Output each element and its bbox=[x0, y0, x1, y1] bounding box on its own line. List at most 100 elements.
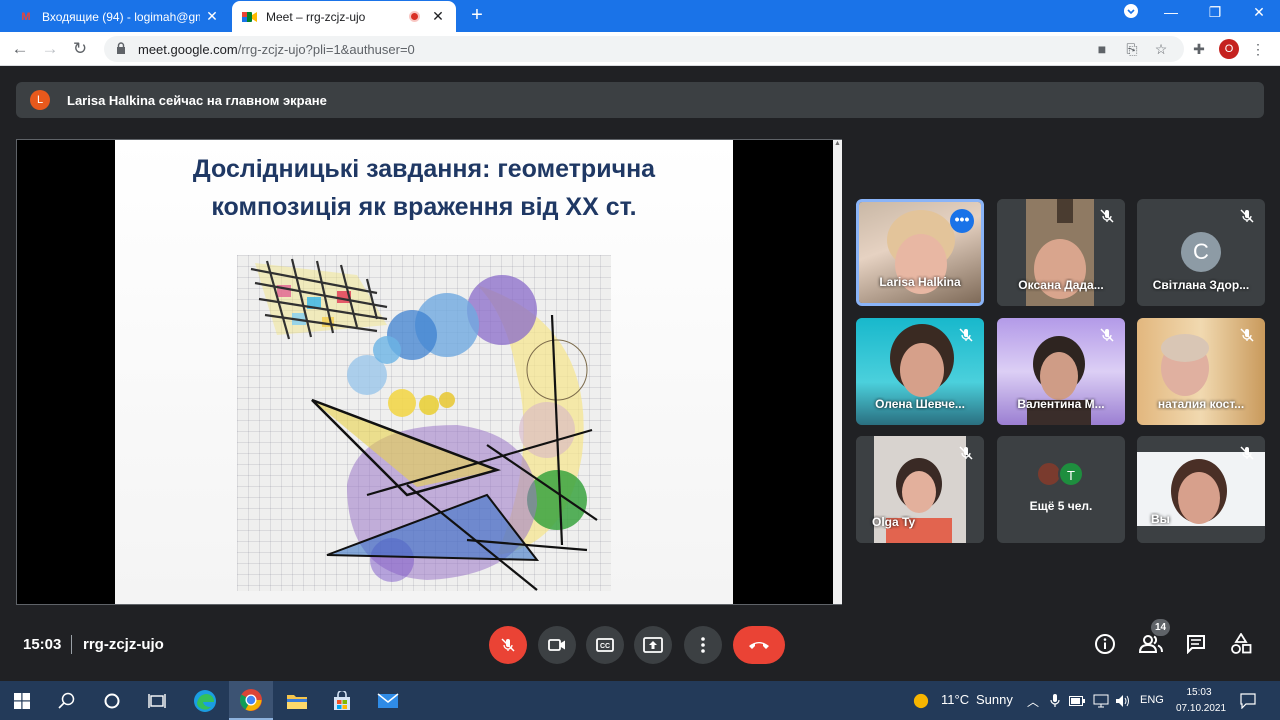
meeting-controls-bar: 15:03 rrg-zcjz-ujo CC bbox=[0, 618, 1280, 680]
close-window-icon[interactable]: ✕ bbox=[1248, 4, 1270, 21]
url-path: /rrg-zcjz-ujo?pli=1&authuser=0 bbox=[237, 41, 415, 57]
taskbar-store[interactable] bbox=[320, 681, 364, 720]
participant-name: Olga Ty bbox=[872, 515, 916, 529]
weather-condition[interactable]: Sunny bbox=[976, 692, 1013, 707]
cortana-button[interactable] bbox=[90, 681, 134, 720]
camera-in-use-icon[interactable]: ■ bbox=[1093, 40, 1111, 58]
participant-name: Вы bbox=[1151, 512, 1170, 526]
input-language[interactable]: ENG bbox=[1140, 694, 1164, 706]
participant-tile[interactable]: ••• Larisa Halkina bbox=[856, 199, 984, 306]
meet-icon bbox=[242, 9, 258, 25]
participant-avatar: T bbox=[1058, 461, 1084, 487]
hang-up-icon bbox=[749, 642, 769, 649]
tab-meet[interactable]: Meet – rrg-zcjz-ujo ✕ bbox=[232, 1, 456, 32]
slide-title: Дослідницькі завдання: геометрична компо… bbox=[115, 150, 733, 226]
menu-kebab-icon[interactable]: ⋮ bbox=[1249, 40, 1267, 58]
participant-name: Larisa Halkina bbox=[879, 275, 961, 289]
close-tab-icon[interactable]: ✕ bbox=[204, 8, 220, 25]
present-screen-icon bbox=[643, 637, 663, 653]
meeting-details-button[interactable] bbox=[1092, 631, 1118, 657]
microphone-tray-icon[interactable] bbox=[1047, 693, 1063, 709]
close-tab-icon[interactable]: ✕ bbox=[430, 8, 446, 25]
participant-tile[interactable]: С Світлана Здор... bbox=[1137, 199, 1265, 306]
tab-gmail[interactable]: M Входящие (94) - logimah@gmail ✕ bbox=[8, 1, 230, 32]
participant-name: наталия кост... bbox=[1157, 397, 1245, 411]
recording-indicator-icon bbox=[409, 11, 420, 22]
leave-call-button[interactable] bbox=[733, 626, 785, 664]
address-bar[interactable]: meet.google.com/rrg-zcjz-ujo?pli=1&authu… bbox=[104, 36, 1184, 62]
cortana-circle-icon bbox=[104, 693, 120, 708]
weather-sun-icon[interactable] bbox=[913, 693, 929, 709]
system-date: 07.10.2021 bbox=[1176, 703, 1227, 714]
participant-tile[interactable]: Валентина М... bbox=[997, 318, 1125, 425]
participant-avatar: С bbox=[1181, 232, 1221, 272]
scroll-up-icon[interactable]: ▲ bbox=[833, 140, 842, 150]
search-button[interactable] bbox=[45, 681, 89, 720]
network-icon[interactable] bbox=[1093, 693, 1109, 709]
people-icon bbox=[1139, 635, 1163, 653]
participant-tile[interactable]: наталия кост... bbox=[1137, 318, 1265, 425]
participant-tile[interactable]: Olga Ty bbox=[856, 436, 984, 543]
mic-off-icon bbox=[501, 638, 515, 652]
restore-window-icon[interactable]: ❐ bbox=[1204, 4, 1226, 21]
start-button[interactable] bbox=[0, 681, 44, 720]
browser-tab-strip: M Входящие (94) - logimah@gmail ✕ Meet –… bbox=[0, 0, 1280, 32]
forward-arrow-icon[interactable]: → bbox=[39, 38, 61, 60]
weather-temperature[interactable]: 11°C bbox=[941, 692, 969, 707]
participant-name: Світлана Здор... bbox=[1152, 278, 1250, 292]
svg-text:CC: CC bbox=[600, 643, 610, 650]
microphone-toggle-button[interactable] bbox=[489, 626, 527, 664]
taskbar-edge[interactable] bbox=[183, 681, 227, 720]
mic-muted-icon bbox=[1100, 209, 1114, 223]
more-participants-label: Ещё 5 чел. bbox=[1029, 499, 1093, 513]
more-participants-tile[interactable]: T Ещё 5 чел. bbox=[997, 436, 1125, 543]
tab-search-icon[interactable] bbox=[1120, 4, 1142, 21]
chat-icon bbox=[1187, 635, 1205, 654]
folder-icon bbox=[287, 694, 307, 709]
participant-tile[interactable]: Олена Шевче... bbox=[856, 318, 984, 425]
windows-taskbar: 11°C Sunny ︿ ENG 15:03 07.10.2021 bbox=[0, 681, 1280, 720]
task-view-button[interactable] bbox=[135, 681, 179, 720]
minimize-window-icon[interactable]: — bbox=[1160, 4, 1182, 20]
more-options-button[interactable] bbox=[684, 626, 722, 664]
camera-toggle-button[interactable] bbox=[538, 626, 576, 664]
search-icon bbox=[58, 692, 75, 709]
participants-count-badge: 14 bbox=[1151, 619, 1170, 636]
bookmark-star-icon[interactable]: ☆ bbox=[1152, 40, 1170, 58]
reload-icon[interactable]: ↻ bbox=[69, 38, 91, 60]
participant-tile[interactable]: Оксана Дада... bbox=[997, 199, 1125, 306]
presenter-avatar: L bbox=[30, 90, 50, 110]
stage-scrollbar[interactable]: ▲ bbox=[833, 140, 842, 604]
tab-title: Входящие (94) - logimah@gmail bbox=[42, 9, 200, 24]
presentation-stage[interactable]: Дослідницькі завдання: геометрична компо… bbox=[16, 139, 842, 605]
presented-slide: Дослідницькі завдання: геометрична компо… bbox=[115, 140, 733, 604]
participant-name: Олена Шевче... bbox=[875, 397, 965, 411]
self-view-tile[interactable]: Вы bbox=[1137, 436, 1265, 543]
chrome-browser-icon bbox=[240, 688, 262, 711]
extensions-puzzle-icon[interactable]: ✚ bbox=[1190, 40, 1208, 58]
back-arrow-icon[interactable]: ← bbox=[9, 38, 31, 60]
taskbar-file-explorer[interactable] bbox=[275, 681, 319, 720]
task-view-icon bbox=[148, 693, 166, 708]
present-screen-button[interactable] bbox=[634, 626, 672, 664]
volume-speaker-icon[interactable] bbox=[1115, 693, 1131, 709]
translate-icon[interactable]: ⎘ bbox=[1123, 40, 1141, 58]
tab-title: Meet – rrg-zcjz-ujo bbox=[266, 9, 366, 24]
battery-icon[interactable] bbox=[1069, 693, 1085, 709]
activities-shapes-icon bbox=[1231, 633, 1252, 654]
new-tab-button[interactable]: + bbox=[466, 4, 488, 27]
info-icon bbox=[1095, 634, 1115, 654]
captions-button[interactable]: CC bbox=[586, 626, 624, 664]
mic-muted-icon bbox=[1100, 328, 1114, 342]
profile-avatar[interactable]: O bbox=[1219, 39, 1239, 59]
notifications-icon[interactable] bbox=[1240, 693, 1256, 709]
taskbar-chrome[interactable] bbox=[229, 681, 273, 720]
chat-button[interactable] bbox=[1183, 631, 1209, 657]
more-options-icon[interactable]: ••• bbox=[950, 209, 974, 233]
system-clock[interactable]: 15:03 07.10.2021 bbox=[1176, 685, 1227, 717]
taskbar-mail[interactable] bbox=[366, 681, 410, 720]
lock-icon[interactable] bbox=[116, 41, 130, 57]
activities-button[interactable] bbox=[1228, 631, 1254, 657]
show-hidden-icons-chevron-icon[interactable]: ︿ bbox=[1025, 693, 1041, 709]
system-time: 15:03 bbox=[1186, 687, 1212, 698]
